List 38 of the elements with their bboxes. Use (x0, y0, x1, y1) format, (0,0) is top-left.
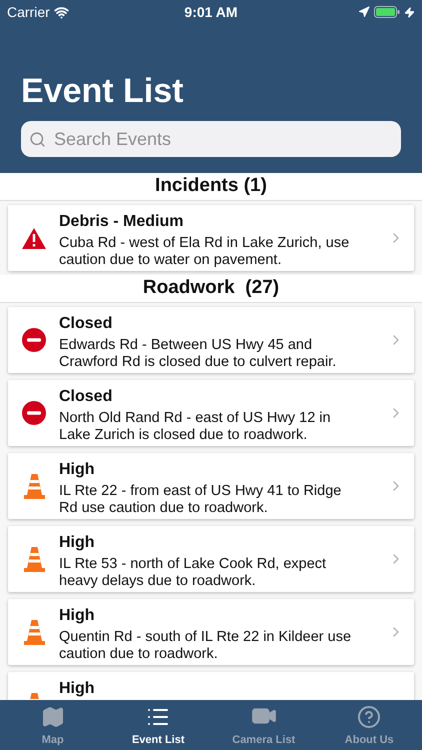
charging-icon (404, 6, 415, 18)
help-icon (357, 704, 382, 728)
event-title: Closed (59, 387, 114, 407)
search-input[interactable]: Search Events (54, 126, 393, 152)
map-icon (40, 704, 65, 728)
tab[interactable]: Event List (106, 700, 211, 750)
no-entry-icon (22, 401, 46, 425)
battery-icon (374, 6, 400, 18)
location-icon (358, 6, 370, 18)
event-title: High (59, 533, 96, 553)
search-field[interactable]: Search Events (21, 121, 401, 157)
event-title: Closed (59, 314, 114, 334)
event-description: IL Rte 53 - north of Lake Cook Rd, expect heavy delays due to roadwork. (59, 556, 328, 590)
event-description: Cuba Rd - west of Ela Rd in Lake Zurich, use caution due to water on pavement. (59, 235, 350, 269)
event-title: High (59, 460, 96, 480)
section-title: Incidents (1) (155, 174, 267, 198)
event-title: Debris - Medium (59, 212, 184, 232)
event-card[interactable]: High (8, 672, 414, 700)
event-description: IL Rte 22 - from east of US Hwy 41 to Ridge Rd use caution due to roadwork. (59, 483, 342, 517)
no-entry-icon (22, 328, 46, 352)
section-title: Roadwork (27) (142, 276, 280, 300)
page-title: Event List (21, 71, 184, 111)
event-card[interactable]: Closed Edwards Rd - Between US Hwy 45 and Crawford Rd is closed due to culvert repair. (8, 307, 414, 373)
wifi-icon (54, 4, 69, 20)
search-icon (29, 130, 46, 148)
clock: 9:01 AM (184, 2, 238, 22)
event-description: North Old Rand Rd - east of US Hwy 12 in Lake Zurich is closed due to roadwork. (59, 410, 332, 444)
carrier-label: Carrier (7, 2, 50, 22)
event-card[interactable]: Closed North Old Rand Rd - east of US Hwy 12 in Lake Zurich is closed due to roadwork. (8, 380, 414, 446)
event-description: Edwards Rd - Between US Hwy 45 and Crawford Rd is closed due to culvert repair. (59, 337, 338, 371)
event-card[interactable]: High Quentin Rd - south of IL Rte 22 in Kildeer use caution due to roadwork. (8, 599, 414, 665)
event-description: Quentin Rd - south of IL Rte 22 in Kildeer use caution due to roadwork. (59, 629, 352, 663)
event-card[interactable]: Debris - Medium Cuba Rd - west of Ela Rd in Lake Zurich, use caution due to water on pavement. (8, 205, 414, 271)
event-title: High (59, 606, 96, 626)
warning-icon (22, 228, 46, 248)
event-card[interactable]: High IL Rte 22 - from east of US Hwy 41 to Ridge Rd use caution due to roadwork. (8, 453, 414, 519)
event-card[interactable]: High IL Rte 53 - north of Lake Cook Rd, expect heavy delays due to roadwork. (8, 526, 414, 592)
event-title: High (59, 679, 96, 699)
